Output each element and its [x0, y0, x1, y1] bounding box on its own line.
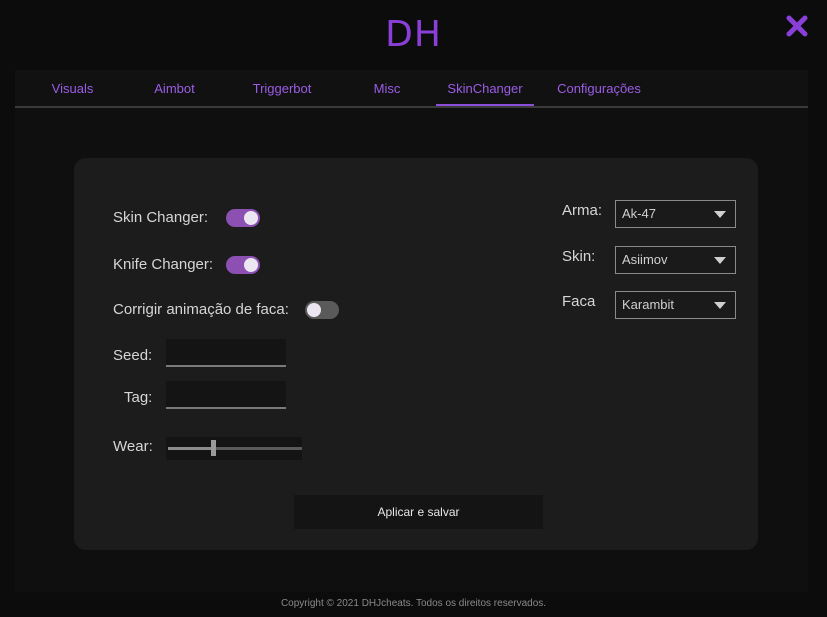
slider-fill [168, 447, 211, 450]
chevron-down-icon [714, 257, 726, 264]
arma-label: Arma: [562, 202, 603, 219]
skin-select-value: Asiimov [622, 252, 668, 267]
faca-select-value: Karambit [622, 297, 675, 312]
knife-animation-label: Corrigir animação de faca: [113, 301, 289, 318]
tab-misc[interactable]: Misc [355, 70, 419, 106]
chevron-down-icon [714, 211, 726, 218]
tag-input[interactable] [166, 381, 286, 409]
seed-label: Seed: [113, 347, 153, 364]
apply-save-button[interactable]: Aplicar e salvar [294, 495, 543, 529]
tab-configuracoes[interactable]: Configurações [552, 70, 646, 106]
knife-changer-toggle[interactable] [226, 256, 260, 274]
tab-bar: Visuals Aimbot Triggerbot Misc SkinChang… [15, 70, 808, 108]
arma-select-value: Ak-47 [622, 206, 656, 221]
faca-label: Faca [562, 293, 596, 310]
skin-label: Skin: [562, 248, 596, 265]
chevron-down-icon [714, 302, 726, 309]
arma-select[interactable]: Ak-47 [615, 200, 736, 228]
close-icon[interactable] [785, 14, 809, 38]
app-window: DH Visuals Aimbot Triggerbot Misc SkinCh… [0, 0, 827, 617]
tab-skinchanger[interactable]: SkinChanger [436, 70, 534, 107]
copyright-footer: Copyright © 2021 DHJcheats. Todos os dir… [280, 598, 547, 609]
toggle-knob [244, 211, 258, 225]
tab-aimbot[interactable]: Aimbot [137, 70, 212, 106]
wear-slider[interactable] [166, 437, 302, 460]
faca-select[interactable]: Karambit [615, 291, 736, 319]
app-title: DH [385, 14, 442, 55]
tab-visuals[interactable]: Visuals [35, 70, 110, 106]
skin-select[interactable]: Asiimov [615, 246, 736, 274]
toggle-knob [307, 303, 321, 317]
seed-input[interactable] [166, 339, 286, 367]
toggle-knob [244, 258, 258, 272]
knife-animation-toggle[interactable] [305, 301, 339, 319]
tag-label: Tag: [124, 389, 153, 406]
skin-changer-toggle[interactable] [226, 209, 260, 227]
skin-changer-label: Skin Changer: [113, 209, 209, 226]
tab-triggerbot[interactable]: Triggerbot [243, 70, 321, 106]
knife-changer-label: Knife Changer: [113, 256, 214, 273]
wear-label: Wear: [113, 438, 153, 455]
slider-thumb[interactable] [211, 440, 216, 456]
